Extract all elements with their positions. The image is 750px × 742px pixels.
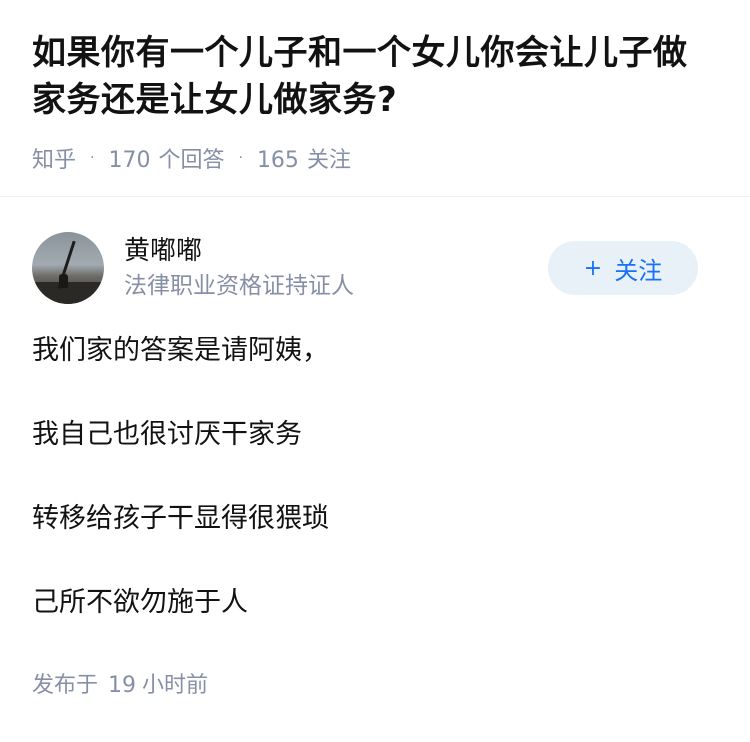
follower-count-label: 关注 <box>306 148 351 173</box>
follow-button-label: 关注 <box>614 256 663 285</box>
author-row: 黄嘟嘟 法律职业资格证持证人 + 关注 <box>32 231 718 305</box>
meta-separator: · <box>90 150 95 166</box>
posted-time: 发布于 19 小时前 <box>32 667 718 699</box>
posted-value: 19 <box>108 673 137 698</box>
plus-icon: + <box>583 255 603 281</box>
answer-count-label: 个回答 <box>158 148 225 173</box>
source-label[interactable]: 知乎 <box>32 142 76 174</box>
avatar-ground <box>32 282 104 304</box>
follower-count-link[interactable]: 165 关注 <box>257 142 351 174</box>
question-meta: 知乎 · 170 个回答 · 165 关注 <box>32 142 718 174</box>
answer-content: 我们家的答案是请阿姨， 我自己也很讨厌干家务 转移给孩子干显得很猥琐 己所不欲勿… <box>32 331 718 623</box>
posted-label: 发布于 <box>32 673 99 698</box>
answer-card: 黄嘟嘟 法律职业资格证持证人 + 关注 我们家的答案是请阿姨， 我自己也很讨厌干… <box>0 197 750 699</box>
meta-separator: · <box>238 150 243 166</box>
answer-paragraph: 我自己也很讨厌干家务 <box>32 419 302 450</box>
question-title[interactable]: 如果你有一个儿子和一个女儿你会让儿子做家务还是让女儿做家务? <box>32 30 718 124</box>
answer-count: 170 <box>108 148 151 173</box>
avatar[interactable] <box>32 232 104 304</box>
avatar-figure <box>59 274 68 288</box>
posted-unit: 小时前 <box>142 673 209 698</box>
question-header: 如果你有一个儿子和一个女儿你会让儿子做家务还是让女儿做家务? 知乎 · 170 个… <box>0 0 750 174</box>
answer-paragraph: 我们家的答案是请阿姨， <box>32 335 329 366</box>
answer-count-link[interactable]: 170 个回答 <box>108 142 224 174</box>
answer-paragraph: 转移给孩子干显得很猥琐 <box>32 503 329 534</box>
follower-count: 165 <box>256 148 299 173</box>
follow-button[interactable]: + 关注 <box>548 241 698 295</box>
answer-paragraph: 己所不欲勿施于人 <box>32 587 248 618</box>
